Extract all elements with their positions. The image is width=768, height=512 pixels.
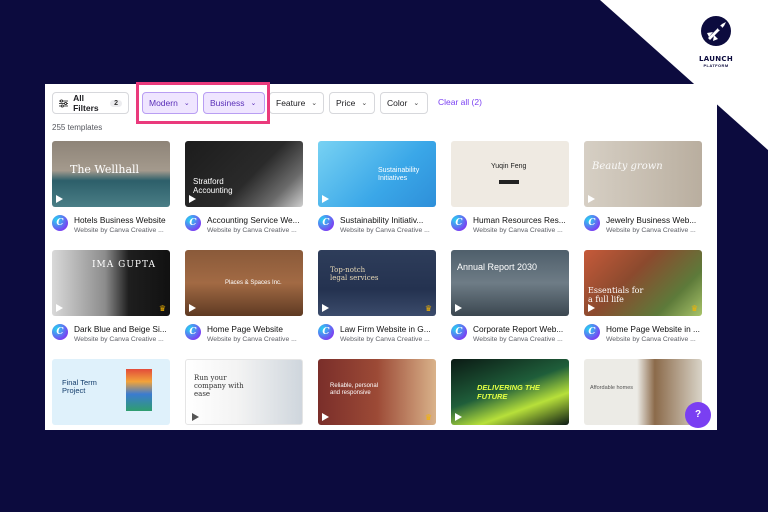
play-icon — [322, 413, 329, 421]
help-button[interactable]: ? — [685, 402, 711, 428]
thumbnail-text: Annual Report 2030 — [457, 262, 538, 272]
thumbnail-button — [499, 180, 519, 184]
template-thumbnail[interactable]: Places & Spaces Inc. — [185, 250, 303, 316]
template-title: Law Firm Website in G... — [340, 324, 431, 334]
thumbnail-text: Final Term Project — [62, 378, 97, 395]
template-title: Dark Blue and Beige Si... — [74, 324, 167, 334]
rocket-icon — [701, 16, 731, 46]
thumbnail-text: Yuqin Feng — [491, 163, 527, 170]
thumbnail-text: Places & Spaces Inc. — [225, 280, 282, 286]
thumbnail-text: DELIVERING THE FUTURE — [477, 383, 540, 401]
play-icon — [455, 304, 462, 312]
thumbnail-text: Run your company with ease — [194, 374, 244, 398]
crown-icon: ♛ — [158, 304, 166, 313]
template-author: Website by Canva Creative ... — [207, 336, 297, 343]
template-title: Sustainability Initiativ... — [340, 215, 424, 225]
template-author: Website by Canva Creative ... — [473, 227, 563, 234]
price-filter-label: Price — [336, 98, 356, 108]
play-icon — [189, 195, 196, 203]
canva-icon: C — [52, 215, 68, 231]
canva-icon: C — [318, 215, 334, 231]
canva-icon: C — [584, 324, 600, 340]
canva-icon: C — [185, 215, 201, 231]
play-icon — [455, 413, 462, 421]
template-thumbnail[interactable]: Annual Report 2030 — [451, 250, 569, 316]
thumbnail-text: IMA GUPTA — [92, 260, 156, 270]
template-author: Website by Canva Creative ... — [606, 336, 696, 343]
crown-icon: ♛ — [424, 413, 432, 422]
template-thumbnail[interactable]: Top-notch legal services ♛ — [318, 250, 436, 316]
template-thumbnail[interactable]: The Wellhall — [52, 141, 170, 207]
canva-icon: C — [584, 215, 600, 231]
template-author: Website by Canva Creative ... — [74, 227, 164, 234]
color-filter-chip[interactable]: Color ⌄ — [380, 92, 428, 114]
play-icon — [56, 195, 63, 203]
sliders-icon — [59, 99, 69, 107]
price-filter-chip[interactable]: Price ⌄ — [329, 92, 375, 114]
templates-panel: All Filters 2 Modern ⌄ Business ⌄ Feature ⌄… — [45, 84, 717, 430]
play-icon — [56, 304, 63, 312]
template-thumbnail[interactable]: Yuqin Feng — [451, 141, 569, 207]
chevron-down-icon: ⌄ — [361, 100, 368, 107]
template-thumbnail[interactable]: DELIVERING THE FUTURE — [451, 359, 569, 425]
filter-count-badge: 2 — [110, 99, 122, 107]
template-thumbnail[interactable]: Sustainability Initiatives — [318, 141, 436, 207]
thumbnail-text: Reliable, personal and responsive — [330, 383, 379, 396]
template-author: Website by Canva Creative ... — [340, 336, 430, 343]
template-title: Home Page Website — [207, 324, 283, 334]
canva-icon: C — [451, 215, 467, 231]
template-author: Website by Canva Creative ... — [74, 336, 164, 343]
thumbnail-text: Essentials for a full life — [588, 286, 644, 304]
color-filter-label: Color — [387, 98, 408, 108]
play-icon — [189, 304, 196, 312]
template-author: Website by Canva Creative ... — [340, 227, 430, 234]
canva-icon: C — [185, 324, 201, 340]
all-filters-button[interactable]: All Filters 2 — [52, 92, 129, 114]
template-thumbnail[interactable]: Essentials for a full life ♛ — [584, 250, 702, 316]
play-icon — [192, 413, 199, 421]
template-thumbnail[interactable]: IMA GUPTA ♛ — [52, 250, 170, 316]
play-icon — [322, 195, 329, 203]
crown-icon: ♛ — [424, 304, 432, 313]
template-thumbnail[interactable]: Reliable, personal and responsive ♛ — [318, 359, 436, 425]
thumbnail-text: Beauty grown — [592, 161, 663, 172]
books-illustration — [126, 369, 152, 411]
canva-icon: C — [52, 324, 68, 340]
template-title: Accounting Service We... — [207, 215, 300, 225]
template-title: Home Page Website in ... — [606, 324, 700, 334]
template-thumbnail[interactable]: Beauty grown — [584, 141, 702, 207]
feature-filter-label: Feature — [276, 98, 306, 108]
template-title: Human Resources Res... — [473, 215, 566, 225]
template-author: Website by Canva Creative ... — [606, 227, 696, 234]
launch-logo: LAUNCH PLATFORM — [690, 14, 742, 68]
play-icon — [588, 304, 595, 312]
thumbnail-text: Top-notch legal services — [330, 266, 379, 282]
chevron-down-icon: ⌄ — [311, 100, 318, 107]
template-thumbnail[interactable]: Run your company with ease — [185, 359, 303, 425]
all-filters-label: All Filters — [73, 93, 99, 113]
chevron-down-icon: ⌄ — [413, 100, 420, 107]
crown-icon: ♛ — [690, 304, 698, 313]
thumbnail-text: Sustainability Initiatives — [378, 167, 420, 182]
thumbnail-text: Stratford Accounting — [193, 177, 233, 195]
template-author: Website by Canva Creative ... — [473, 336, 563, 343]
template-title: Corporate Report Web... — [473, 324, 564, 334]
template-author: Website by Canva Creative ... — [207, 227, 297, 234]
brand-name: LAUNCH — [698, 55, 733, 63]
thumbnail-text: The Wellhall — [70, 163, 140, 176]
template-title: Hotels Business Website — [74, 215, 166, 225]
template-thumbnail[interactable]: Final Term Project — [52, 359, 170, 425]
brand-sub: PLATFORM — [703, 63, 729, 68]
canva-icon: C — [318, 324, 334, 340]
filter-highlight-box — [136, 82, 270, 124]
template-title: Jewelry Business Web... — [606, 215, 697, 225]
play-icon — [322, 304, 329, 312]
template-thumbnail[interactable]: Stratford Accounting — [185, 141, 303, 207]
feature-filter-chip[interactable]: Feature ⌄ — [269, 92, 324, 114]
clear-all-link[interactable]: Clear all (2) — [438, 97, 482, 107]
thumbnail-text: Affordable homes — [590, 385, 634, 391]
results-count: 255 templates — [52, 123, 103, 132]
canva-icon: C — [451, 324, 467, 340]
play-icon — [588, 195, 595, 203]
